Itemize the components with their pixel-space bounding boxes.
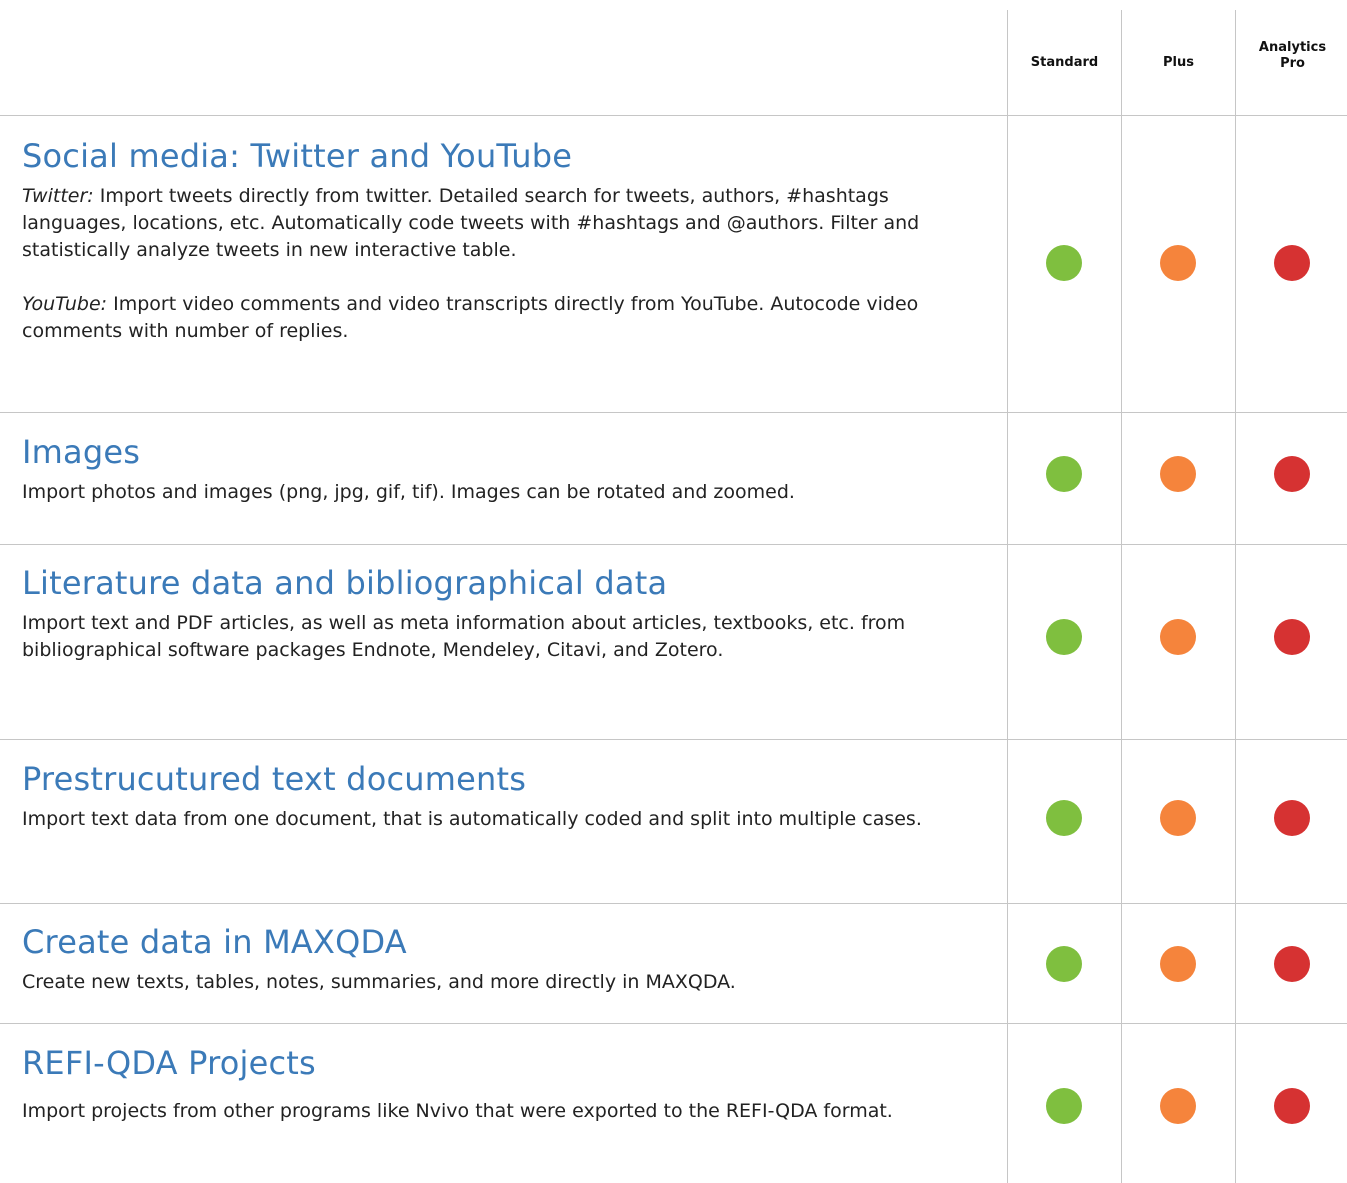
row-divider: [0, 739, 1347, 740]
standard-included-indicator: [1046, 800, 1082, 836]
column-header-plus: Plus: [1163, 55, 1194, 70]
row-divider: [0, 1023, 1347, 1024]
twitter-label: Twitter:: [22, 185, 94, 207]
feature-title: Prestrucutured text documents: [22, 760, 527, 798]
analytics-pro-included-indicator: [1274, 456, 1310, 492]
plus-included-indicator: [1160, 456, 1196, 492]
standard-included-indicator: [1046, 245, 1082, 281]
feature-description: Import text data from one document, that…: [22, 808, 922, 830]
analytics-pro-included-indicator: [1274, 1088, 1310, 1124]
feature-title: Images: [22, 433, 141, 471]
youtube-text: Import video comments and video transcri…: [22, 293, 919, 342]
feature-description: Import photos and images (png, jpg, gif,…: [22, 481, 795, 503]
plus-included-indicator: [1160, 619, 1196, 655]
plus-included-indicator: [1160, 946, 1196, 982]
feature-title: Social media: Twitter and YouTube: [22, 137, 573, 175]
feature-description: Create new texts, tables, notes, summari…: [22, 971, 736, 993]
row-divider: [0, 544, 1347, 545]
analytics-pro-included-indicator: [1274, 800, 1310, 836]
feature-description: Twitter: Import tweets directly from twi…: [22, 183, 987, 345]
feature-title: Create data in MAXQDA: [22, 923, 407, 961]
plus-included-indicator: [1160, 800, 1196, 836]
feature-description: Import projects from other programs like…: [22, 1100, 893, 1122]
feature-title: Literature data and bibliographical data: [22, 564, 668, 602]
feature-row-prestructured: Prestrucutured text documents Import tex…: [22, 760, 987, 833]
feature-title: REFI-QDA Projects: [22, 1044, 316, 1082]
plus-included-indicator: [1160, 1088, 1196, 1124]
column-divider: [1235, 10, 1236, 1183]
youtube-paragraph: YouTube: Import video comments and video…: [22, 291, 987, 345]
twitter-text: Import tweets directly from twitter. Det…: [22, 185, 920, 261]
plus-included-indicator: [1160, 245, 1196, 281]
row-divider: [0, 115, 1347, 116]
feature-row-create-data: Create data in MAXQDA Create new texts, …: [22, 923, 987, 996]
column-divider: [1007, 10, 1008, 1183]
column-divider: [1121, 10, 1122, 1183]
analytics-pro-included-indicator: [1274, 619, 1310, 655]
feature-row-literature: Literature data and bibliographical data…: [22, 564, 987, 664]
row-divider: [0, 903, 1347, 904]
feature-row-images: Images Import photos and images (png, jp…: [22, 433, 987, 506]
analytics-pro-included-indicator: [1274, 946, 1310, 982]
standard-included-indicator: [1046, 946, 1082, 982]
feature-row-refi-qda: REFI-QDA Projects Import projects from o…: [22, 1044, 987, 1125]
column-header-analytics-pro: Analytics Pro: [1258, 40, 1327, 71]
standard-included-indicator: [1046, 1088, 1082, 1124]
twitter-paragraph: Twitter: Import tweets directly from twi…: [22, 183, 987, 264]
feature-description: Import text and PDF articles, as well as…: [22, 612, 906, 661]
column-header-standard: Standard: [1030, 55, 1099, 70]
youtube-label: YouTube:: [22, 293, 108, 315]
feature-row-social-media: Social media: Twitter and YouTube Twitte…: [22, 137, 987, 345]
standard-included-indicator: [1046, 456, 1082, 492]
standard-included-indicator: [1046, 619, 1082, 655]
row-divider: [0, 412, 1347, 413]
analytics-pro-included-indicator: [1274, 245, 1310, 281]
